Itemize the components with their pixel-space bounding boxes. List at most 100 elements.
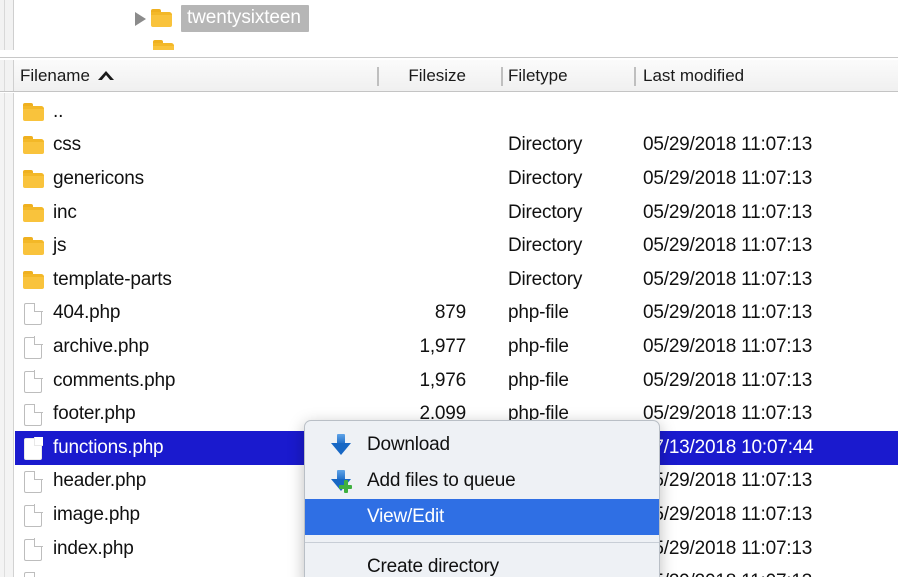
file-modified-cell: 05/29/2018 11:07:13 bbox=[643, 403, 812, 425]
file-name-label: 404.php bbox=[53, 302, 120, 324]
context-menu-item[interactable]: Create directory bbox=[305, 549, 659, 577]
context-menu-item-label: View/Edit bbox=[367, 506, 444, 528]
table-row[interactable]: 404.php 879 php-file 05/29/2018 11:07:13 bbox=[15, 297, 898, 331]
file-size-cell: 1,977 bbox=[296, 336, 466, 358]
file-type-cell: php-file bbox=[508, 302, 569, 324]
column-header-filesize[interactable]: Filesize bbox=[296, 66, 466, 86]
table-row[interactable]: css Directory 05/29/2018 11:07:13 bbox=[15, 129, 898, 163]
folder-icon bbox=[15, 100, 51, 124]
file-icon bbox=[15, 402, 51, 426]
download-arrow-plus-icon bbox=[323, 468, 359, 494]
file-icon bbox=[15, 436, 51, 460]
file-size-cell: 879 bbox=[296, 302, 466, 324]
file-name-cell: genericons bbox=[15, 167, 144, 191]
file-name-cell: archive.php bbox=[15, 335, 149, 359]
tree-item-twentysixteen[interactable]: twentysixteen bbox=[130, 5, 309, 31]
file-name-cell: js bbox=[15, 234, 66, 258]
directory-tree-pane[interactable]: twentysixteen bbox=[0, 0, 898, 58]
file-modified-cell: 05/29/2018 11:07:13 bbox=[643, 168, 812, 190]
column-header-bar: Filename Filesize Filetype Last modified bbox=[0, 59, 898, 92]
table-row[interactable]: inc Directory 05/29/2018 11:07:13 bbox=[15, 196, 898, 230]
file-type-cell: Directory bbox=[508, 134, 582, 156]
file-name-cell: index.php bbox=[15, 537, 134, 561]
file-name-label: css bbox=[53, 134, 81, 156]
download-arrow-icon bbox=[323, 432, 359, 458]
menu-item-icon-empty bbox=[323, 554, 359, 577]
context-menu-item[interactable]: Download bbox=[305, 427, 659, 463]
context-menu-item-label: Download bbox=[367, 434, 450, 456]
column-header-last-modified-label: Last modified bbox=[643, 66, 744, 86]
file-name-label: js bbox=[53, 235, 66, 257]
file-name-label: footer.php bbox=[53, 403, 136, 425]
file-type-cell: Directory bbox=[508, 202, 582, 224]
file-modified-cell: 05/29/2018 11:07:13 bbox=[643, 302, 812, 324]
folder-icon bbox=[15, 234, 51, 258]
column-header-filename-label: Filename bbox=[20, 66, 90, 86]
file-name-cell: image.php bbox=[15, 503, 140, 527]
column-header-filesize-label: Filesize bbox=[408, 66, 466, 86]
file-name-label: header.php bbox=[53, 470, 146, 492]
file-modified-cell: 05/29/2018 11:07:13 bbox=[643, 470, 812, 492]
file-name-label: comments.php bbox=[53, 370, 175, 392]
file-icon bbox=[15, 503, 51, 527]
file-name-label: functions.php bbox=[53, 437, 163, 459]
file-modified-cell: 05/29/2018 11:07:13 bbox=[643, 538, 812, 560]
file-list-left-rail bbox=[0, 93, 14, 577]
file-icon bbox=[15, 301, 51, 325]
expand-triangle-icon[interactable] bbox=[130, 8, 150, 28]
file-name-cell: inc bbox=[15, 201, 77, 225]
context-menu[interactable]: Download Add files to queue View/Edit Creat… bbox=[304, 420, 660, 577]
file-name-cell: footer.php bbox=[15, 402, 136, 426]
file-name-cell: .. bbox=[15, 100, 63, 124]
table-row[interactable]: jsDirectory05/29/2018 11:07:13 bbox=[15, 229, 898, 263]
tree-pane-clip-mask bbox=[0, 50, 898, 58]
folder-icon bbox=[15, 201, 51, 225]
file-modified-cell: 05/29/2018 11:07:13 bbox=[643, 571, 812, 577]
table-row[interactable]: archive.php1,977php-file05/29/2018 11:07… bbox=[15, 330, 898, 364]
table-row[interactable]: genericons Directory 05/29/2018 11:07:13 bbox=[15, 162, 898, 196]
file-name-label: image.php bbox=[53, 504, 140, 526]
column-resizer-2[interactable] bbox=[501, 67, 503, 86]
file-icon bbox=[15, 537, 51, 561]
column-header-filetype-label: Filetype bbox=[508, 66, 568, 86]
file-type-cell: Directory bbox=[508, 168, 582, 190]
column-header-left-rail bbox=[0, 60, 14, 92]
table-row[interactable]: comments.php1,976php-file05/29/2018 11:0… bbox=[15, 364, 898, 398]
file-icon bbox=[15, 335, 51, 359]
column-header-filetype[interactable]: Filetype bbox=[508, 66, 568, 86]
file-modified-cell: 05/29/2018 11:07:13 bbox=[643, 269, 812, 291]
file-name-label: genericons bbox=[53, 168, 144, 190]
file-name-label: .. bbox=[53, 101, 63, 123]
file-modified-cell: 05/29/2018 11:07:13 bbox=[643, 370, 812, 392]
file-name-cell: comments.php bbox=[15, 369, 175, 393]
file-type-cell: Directory bbox=[508, 269, 582, 291]
context-menu-item-label: Create directory bbox=[367, 556, 499, 577]
menu-item-icon-empty bbox=[323, 504, 359, 530]
context-menu-item[interactable]: View/Edit bbox=[305, 499, 659, 535]
file-icon bbox=[15, 369, 51, 393]
column-header-filename[interactable]: Filename bbox=[20, 66, 114, 86]
file-type-cell: php-file bbox=[508, 336, 569, 358]
file-modified-cell: 07/13/2018 10:07:44 bbox=[643, 437, 814, 459]
file-name-label: template-parts bbox=[53, 269, 172, 291]
folder-icon bbox=[15, 167, 51, 191]
file-type-cell: php-file bbox=[508, 370, 569, 392]
file-modified-cell: 05/29/2018 11:07:13 bbox=[643, 134, 812, 156]
file-name-label: archive.php bbox=[53, 336, 149, 358]
table-row[interactable]: .. bbox=[15, 95, 898, 129]
table-row[interactable]: template-parts Directory 05/29/2018 11:07:… bbox=[15, 263, 898, 297]
file-icon bbox=[15, 469, 51, 493]
column-resizer-3[interactable] bbox=[634, 67, 636, 86]
file-modified-cell: 05/29/2018 11:07:13 bbox=[643, 202, 812, 224]
file-name-cell: css bbox=[15, 133, 81, 157]
folder-icon bbox=[150, 9, 174, 28]
sort-ascending-icon bbox=[98, 71, 114, 80]
file-name-cell bbox=[15, 570, 53, 577]
file-modified-cell: 05/29/2018 11:07:13 bbox=[643, 504, 812, 526]
context-menu-item[interactable]: Add files to queue bbox=[305, 463, 659, 499]
column-header-last-modified[interactable]: Last modified bbox=[643, 66, 744, 86]
file-name-cell: header.php bbox=[15, 469, 146, 493]
file-modified-cell: 05/29/2018 11:07:13 bbox=[643, 235, 812, 257]
folder-icon bbox=[15, 268, 51, 292]
file-name-cell: functions.php bbox=[15, 436, 163, 460]
